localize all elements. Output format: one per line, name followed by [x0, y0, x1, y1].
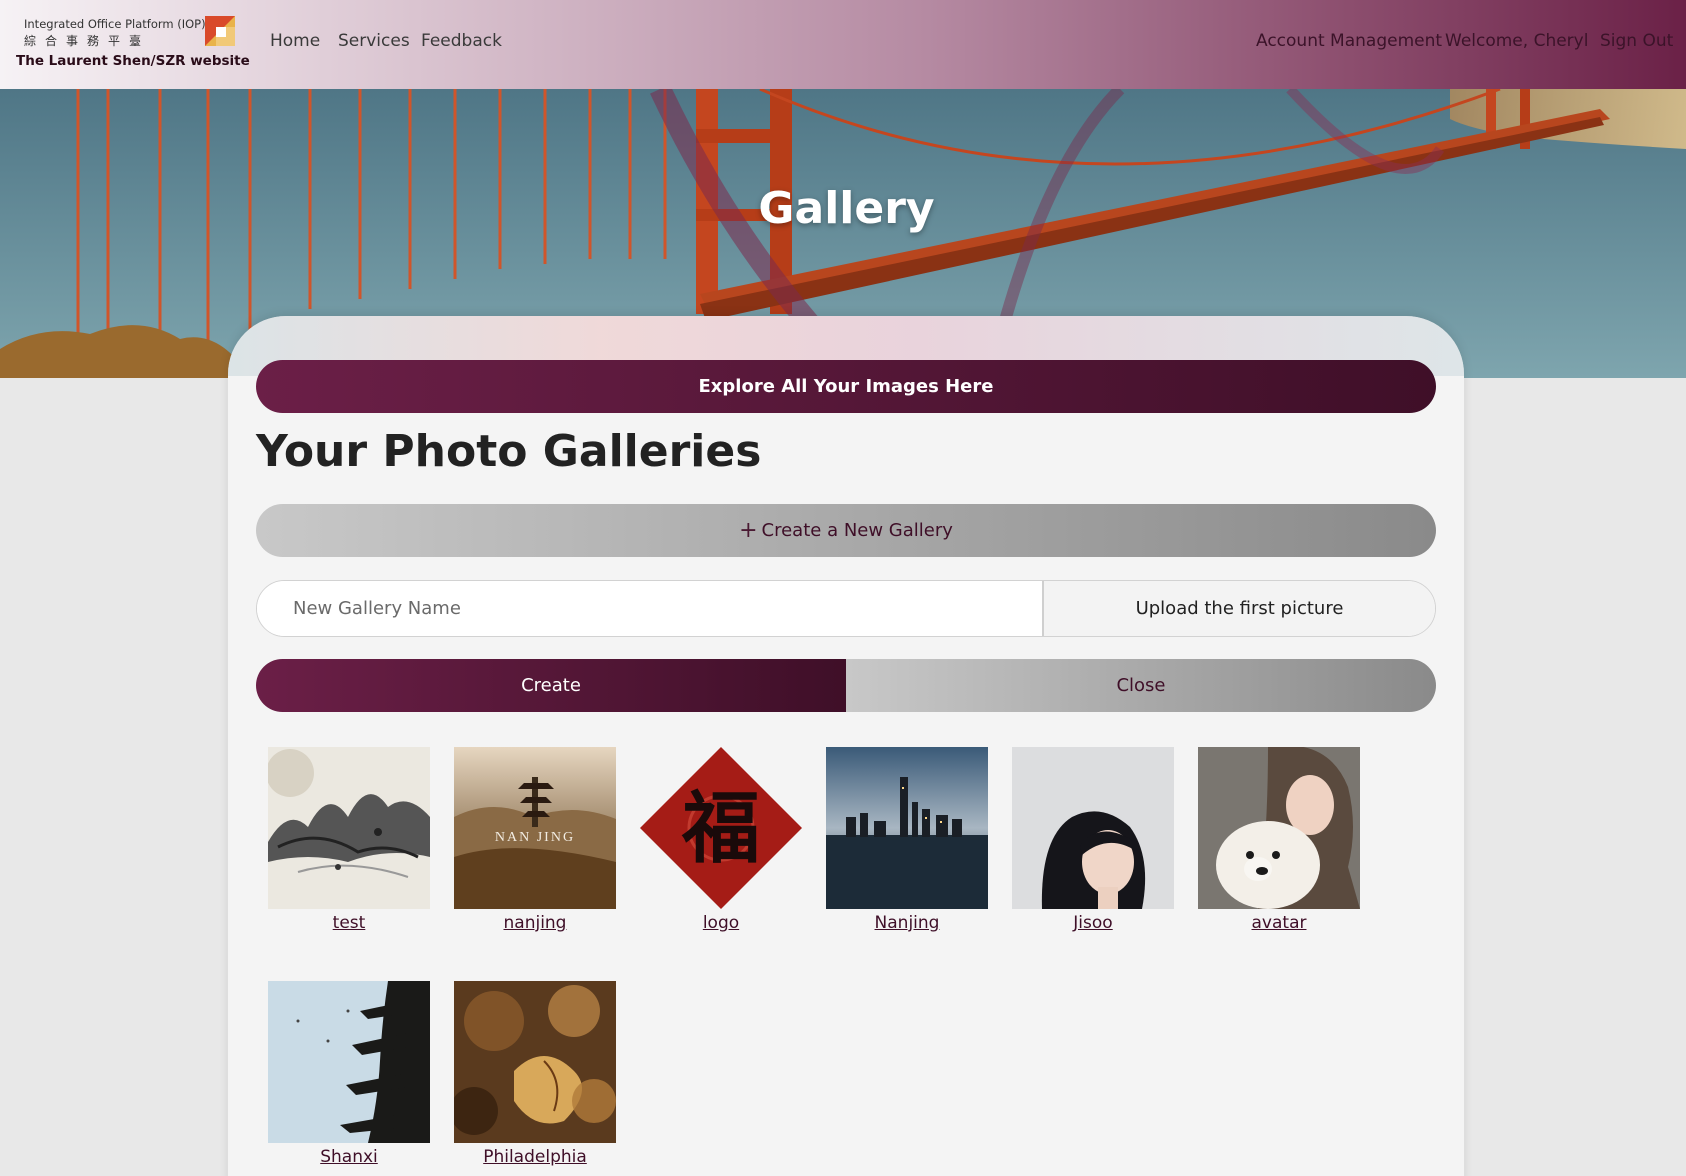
fu-character-image[interactable]: 福: [640, 747, 802, 909]
gallery-tile[interactable]: NAN JING nanjing: [454, 747, 616, 933]
create-button[interactable]: Create: [256, 659, 846, 712]
gallery-tile[interactable]: avatar: [1198, 747, 1360, 933]
pagoda-landscape-image[interactable]: NAN JING: [454, 747, 616, 909]
brand-square-icon: [205, 16, 235, 46]
gallery-name-input[interactable]: [257, 581, 1042, 636]
gallery-link[interactable]: Philadelphia: [454, 1147, 616, 1167]
brand-platform-name: Integrated Office Platform (IOP): [24, 17, 206, 31]
nav-services-link[interactable]: Services: [338, 31, 410, 51]
gallery-link[interactable]: Nanjing: [826, 913, 988, 933]
page-title: Gallery: [758, 183, 935, 234]
gallery-tile[interactable]: Shanxi: [268, 981, 430, 1167]
gallery-link[interactable]: logo: [640, 913, 802, 933]
gallery-tile[interactable]: test: [268, 747, 430, 933]
gallery-tile[interactable]: Jisoo: [1012, 747, 1174, 933]
nav-account-management-link[interactable]: Account Management: [1256, 31, 1442, 51]
brand-chinese-name: 綜合事務平臺: [24, 34, 151, 48]
new-gallery-form: Upload the first picture: [256, 580, 1436, 637]
section-title: Your Photo Galleries: [256, 426, 762, 477]
nav-sign-out-link[interactable]: Sign Out: [1600, 31, 1673, 51]
gallery-tile[interactable]: Nanjing: [826, 747, 988, 933]
autumn-leaves-image[interactable]: [454, 981, 616, 1143]
upload-first-picture-button[interactable]: Upload the first picture: [1042, 581, 1435, 636]
gallery-link[interactable]: Shanxi: [268, 1147, 430, 1167]
city-skyline-image[interactable]: [826, 747, 988, 909]
brand-site-name: The Laurent Shen/SZR website: [16, 53, 250, 69]
plus-icon: +: [739, 517, 758, 543]
brand-logo-block[interactable]: Integrated Office Platform (IOP) 綜合事務平臺 …: [16, 14, 250, 72]
gallery-link[interactable]: nanjing: [454, 913, 616, 933]
explore-all-images-button[interactable]: Explore All Your Images Here: [256, 360, 1436, 413]
fu-glyph: 福: [681, 785, 760, 872]
nav-feedback-link[interactable]: Feedback: [421, 31, 502, 51]
gallery-card: Explore All Your Images Here Your Photo …: [228, 316, 1464, 1176]
close-button[interactable]: Close: [846, 659, 1436, 712]
nanjing-caption: NAN JING: [495, 830, 575, 845]
pagoda-eaves-image[interactable]: [268, 981, 430, 1143]
create-new-gallery-toggle[interactable]: + Create a New Gallery: [256, 504, 1436, 557]
nav-welcome-user[interactable]: Welcome, Cheryl: [1445, 31, 1588, 51]
gallery-tile[interactable]: Philadelphia: [454, 981, 616, 1167]
create-new-gallery-label: Create a New Gallery: [761, 520, 953, 541]
gallery-link[interactable]: Jisoo: [1012, 913, 1174, 933]
gallery-tile[interactable]: 福 logo: [640, 747, 802, 933]
gallery-link[interactable]: avatar: [1198, 913, 1360, 933]
gallery-link[interactable]: test: [268, 913, 430, 933]
puppy-portrait-image[interactable]: [1198, 747, 1360, 909]
nav-home-link[interactable]: Home: [270, 31, 320, 51]
portrait-image[interactable]: [1012, 747, 1174, 909]
form-actions: Create Close: [256, 659, 1436, 712]
ink-mountain-image[interactable]: [268, 747, 430, 909]
top-navbar: Integrated Office Platform (IOP) 綜合事務平臺 …: [0, 0, 1686, 89]
